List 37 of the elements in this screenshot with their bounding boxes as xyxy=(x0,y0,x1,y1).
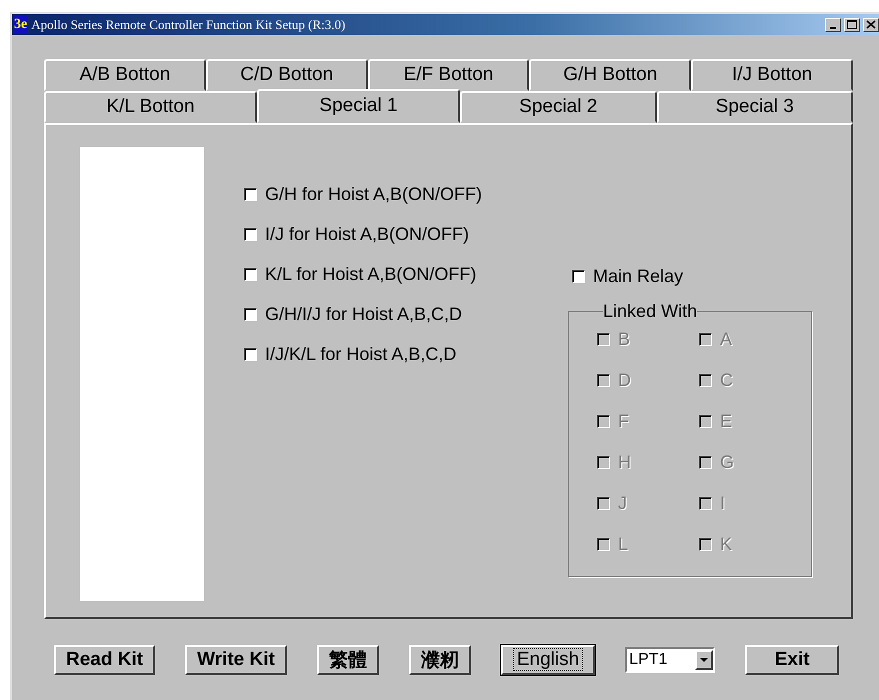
checkbox-box-icon[interactable] xyxy=(244,188,257,200)
tab[interactable]: A/B Botton xyxy=(44,59,206,91)
group-title: Linked With xyxy=(603,301,698,322)
port-dropdown[interactable]: LPT1 xyxy=(625,647,716,673)
tab[interactable]: Special 1 xyxy=(257,89,460,123)
checkbox-box-icon[interactable] xyxy=(244,348,257,360)
close-icon xyxy=(866,20,876,29)
tab[interactable]: E/F Botton xyxy=(368,59,530,91)
tab[interactable]: C/D Botton xyxy=(206,59,368,91)
checkbox[interactable]: I/J for Hoist A,B(ON/OFF) xyxy=(244,223,482,245)
checkbox[interactable]: K/L for Hoist A,B(ON/OFF) xyxy=(244,263,482,285)
button[interactable]: Exit xyxy=(745,645,840,675)
checkbox[interactable]: Main Relay xyxy=(572,265,812,287)
checkbox-box-icon[interactable] xyxy=(244,268,257,280)
checkbox[interactable]: G/H for Hoist A,B(ON/OFF) xyxy=(244,183,482,205)
minimize-button[interactable] xyxy=(825,18,841,32)
checkbox[interactable]: G/H/I/J for Hoist A,B,C,D xyxy=(244,303,482,325)
tab[interactable]: Special 2 xyxy=(460,91,656,123)
checkbox-box-icon[interactable] xyxy=(572,270,586,282)
maximize-button[interactable] xyxy=(844,18,860,32)
checkbox-box-icon[interactable] xyxy=(244,228,257,240)
close-button[interactable] xyxy=(863,18,879,32)
tab[interactable]: K/L Botton xyxy=(44,91,257,123)
tab[interactable]: I/J Botton xyxy=(691,59,853,91)
checkbox-box-icon[interactable] xyxy=(244,308,257,320)
button[interactable]: Write Kit xyxy=(185,645,287,675)
button[interactable]: 繁體 xyxy=(316,645,379,675)
tab[interactable]: Special 3 xyxy=(656,91,853,123)
window-title: Apollo Series Remote Controller Function Kit Setup (R:3.0) xyxy=(31,16,346,32)
checkbox[interactable]: I/J/K/L for Hoist A,B,C,D xyxy=(244,343,482,365)
tab[interactable]: G/H Botton xyxy=(529,59,692,91)
button[interactable]: English xyxy=(500,645,596,675)
app-logo: 3e xyxy=(13,15,28,34)
maximize-icon xyxy=(847,20,857,29)
button[interactable]: Read Kit xyxy=(54,645,156,675)
button[interactable]: 濮籾 xyxy=(408,645,471,675)
minimize-icon xyxy=(830,26,836,28)
